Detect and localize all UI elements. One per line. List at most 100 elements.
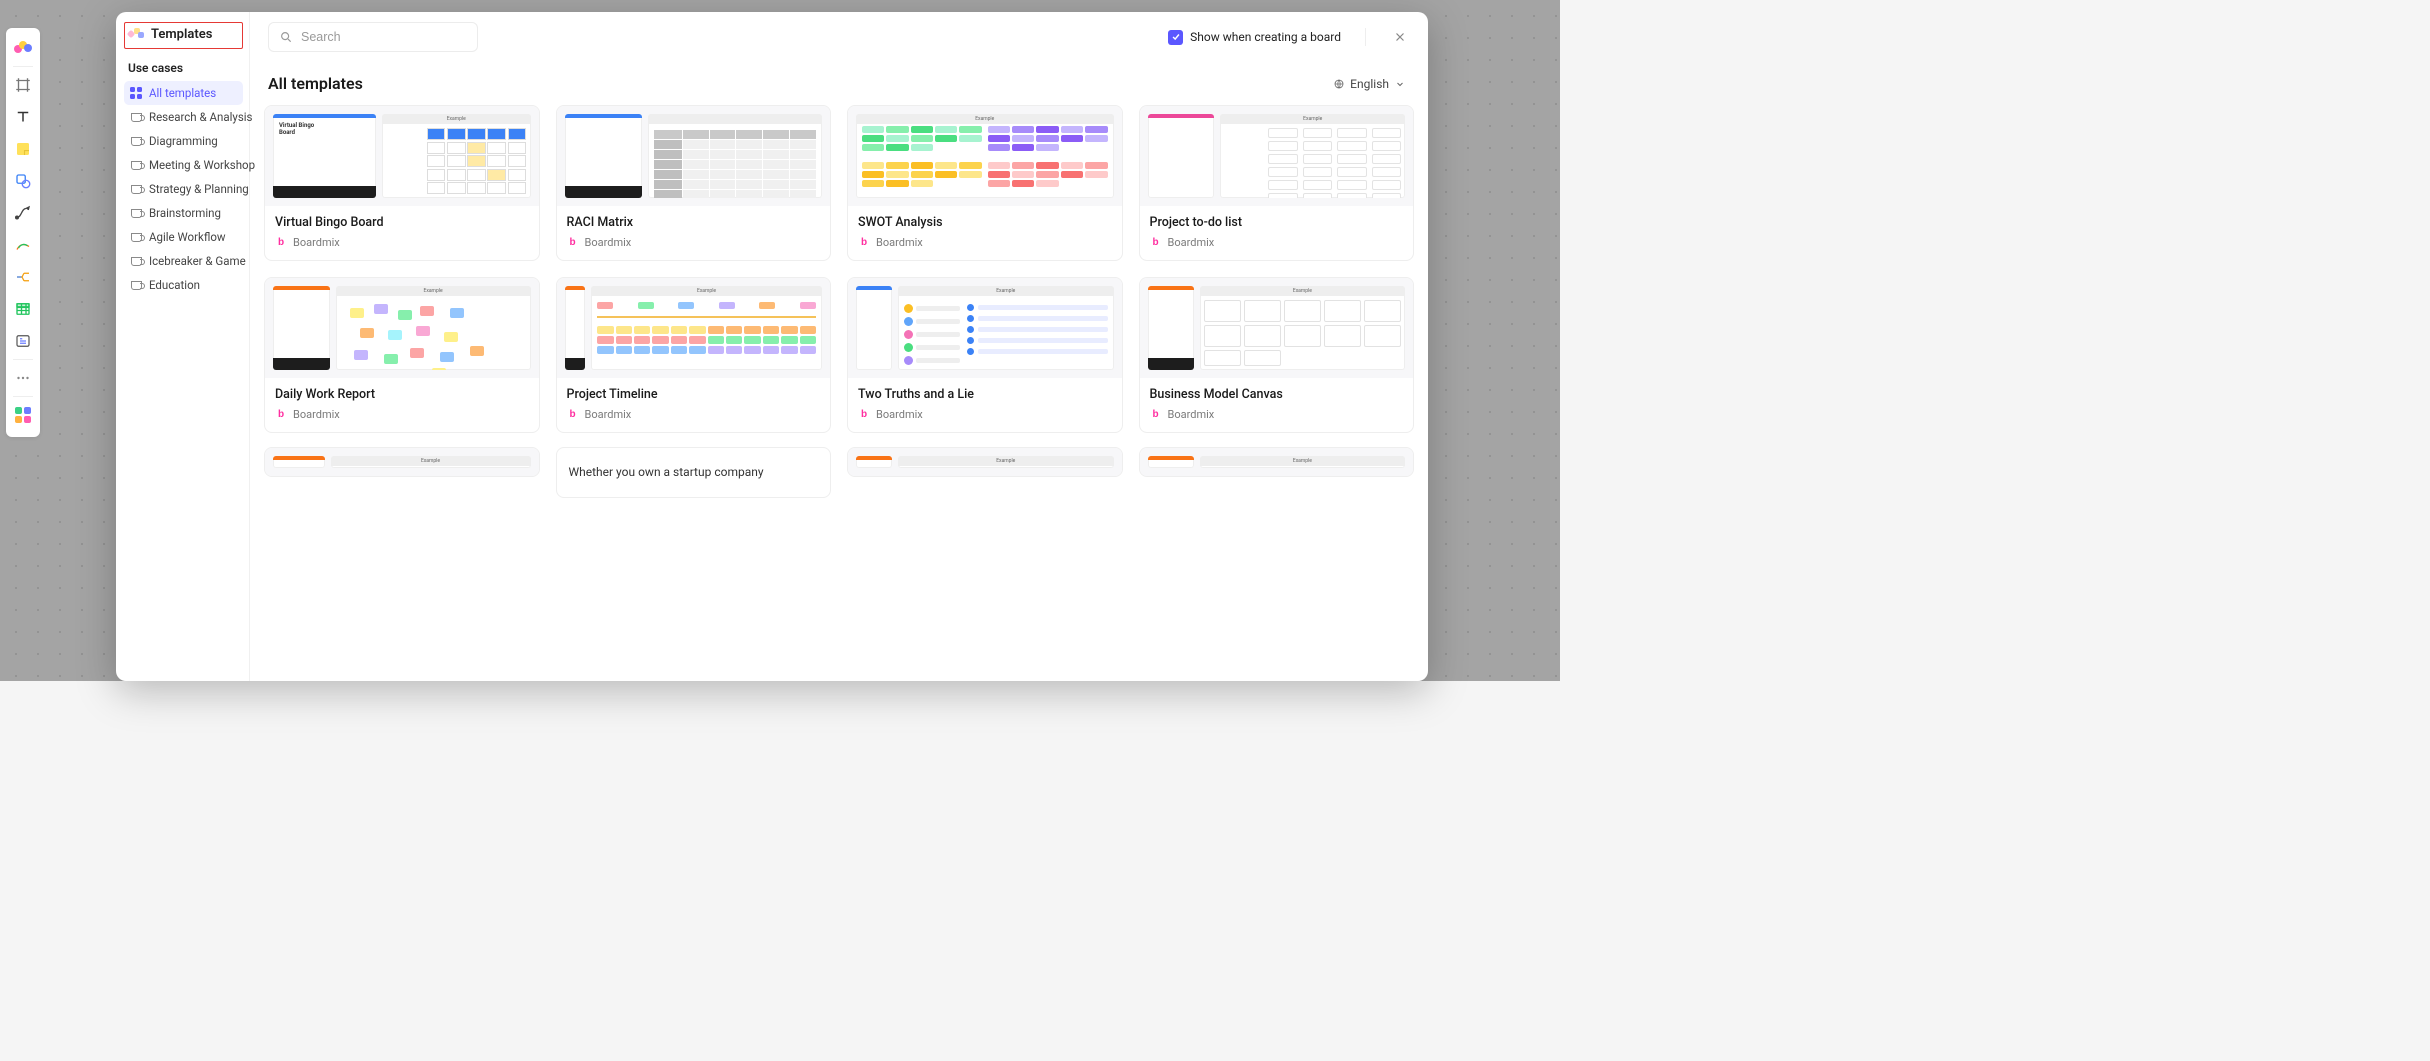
template-author: b Boardmix <box>858 236 1112 249</box>
mug-icon <box>130 231 142 243</box>
category-brainstorm[interactable]: Brainstorming <box>124 201 243 225</box>
template-card[interactable]: Example Project Timeline b Boardmix <box>556 277 832 433</box>
more-tool[interactable] <box>9 364 37 392</box>
toolbar-divider <box>13 359 33 360</box>
mug-icon <box>130 111 142 123</box>
text-icon <box>14 108 32 126</box>
template-title: Project Timeline <box>567 387 821 402</box>
template-card[interactable]: Whether you own a startup company <box>556 447 832 498</box>
language-selector[interactable]: English <box>1333 77 1406 91</box>
sticky-note-icon <box>14 140 32 158</box>
frame-tool[interactable] <box>9 71 37 99</box>
category-research[interactable]: Research & Analysis <box>124 105 243 129</box>
template-thumbnail: Example <box>1140 106 1414 206</box>
modal-main: Show when creating a board All templates… <box>250 12 1428 681</box>
mug-icon <box>130 183 142 195</box>
pen-tool[interactable] <box>9 231 37 259</box>
category-label: Icebreaker & Game <box>149 254 246 268</box>
heading-row: All templates English <box>250 58 1428 105</box>
author-label: Boardmix <box>293 408 340 421</box>
template-author: b Boardmix <box>275 408 529 421</box>
category-agile[interactable]: Agile Workflow <box>124 225 243 249</box>
author-label: Boardmix <box>585 236 632 249</box>
boardmix-logo-icon: b <box>275 409 287 421</box>
textblock-icon <box>14 332 32 350</box>
apps-tool[interactable] <box>9 401 37 429</box>
category-label: Agile Workflow <box>149 230 226 244</box>
mindmap-icon <box>14 268 32 286</box>
left-toolbar <box>6 28 40 437</box>
templates-title: Templates <box>151 27 212 42</box>
shape-icon <box>14 172 32 190</box>
close-icon <box>1393 30 1407 44</box>
globe-icon <box>1333 78 1345 90</box>
mug-icon <box>130 159 142 171</box>
mug-icon <box>130 207 142 219</box>
template-thumbnail: Example <box>848 448 1122 476</box>
modal-top-row: Show when creating a board <box>250 12 1428 58</box>
logo-tool[interactable] <box>9 34 37 62</box>
template-author: b Boardmix <box>567 236 821 249</box>
category-label: Strategy & Planning <box>149 182 249 196</box>
chevron-down-icon <box>1394 78 1406 90</box>
template-thumbnail: Virtual BingoBoard Example <box>265 106 539 206</box>
text-tool[interactable] <box>9 103 37 131</box>
category-label: All templates <box>149 86 216 100</box>
toolbar-divider <box>13 66 33 67</box>
template-snippet: Whether you own a startup company <box>557 448 831 497</box>
template-thumbnail <box>557 106 831 206</box>
template-card[interactable]: Example Business Model Canvas b Boardmix <box>1139 277 1415 433</box>
all-templates-heading: All templates <box>268 74 363 93</box>
category-label: Brainstorming <box>149 206 221 220</box>
category-education[interactable]: Education <box>124 273 243 297</box>
template-card[interactable]: Example <box>1139 447 1415 477</box>
mug-icon <box>130 279 142 291</box>
template-card[interactable]: Example <box>847 447 1123 477</box>
template-title: Virtual Bingo Board <box>275 215 529 230</box>
author-label: Boardmix <box>585 408 632 421</box>
template-author: b Boardmix <box>858 408 1112 421</box>
template-card[interactable]: Example SWOT Analysis b Boardmix <box>847 105 1123 261</box>
cards-scroll[interactable]: Virtual BingoBoard Example Virtual Bingo… <box>250 105 1428 681</box>
show-when-creating-checkbox[interactable]: Show when creating a board <box>1168 30 1341 45</box>
category-diagram[interactable]: Diagramming <box>124 129 243 153</box>
frame-icon <box>14 76 32 94</box>
template-author: b Boardmix <box>1150 236 1404 249</box>
shape-tool[interactable] <box>9 167 37 195</box>
template-card[interactable]: Example <box>264 447 540 477</box>
boardmix-logo-icon: b <box>275 237 287 249</box>
category-icebreaker[interactable]: Icebreaker & Game <box>124 249 243 273</box>
close-button[interactable] <box>1390 27 1410 47</box>
boardmix-logo-icon: b <box>1150 409 1162 421</box>
category-all[interactable]: All templates <box>124 81 243 105</box>
template-card[interactable]: RACI Matrix b Boardmix <box>556 105 832 261</box>
checkbox-icon <box>1168 30 1183 45</box>
template-card[interactable]: Virtual BingoBoard Example Virtual Bingo… <box>264 105 540 261</box>
boardmix-logo-icon: b <box>567 409 579 421</box>
category-strategy[interactable]: Strategy & Planning <box>124 177 243 201</box>
template-card[interactable]: Example Two Truths and a Lie b Boardmix <box>847 277 1123 433</box>
curve-icon <box>14 204 32 222</box>
more-icon <box>14 369 32 387</box>
templates-header[interactable]: Templates <box>124 22 243 49</box>
mug-icon <box>130 135 142 147</box>
author-label: Boardmix <box>876 236 923 249</box>
template-card[interactable]: Example Project to-do list b Boardmix <box>1139 105 1415 261</box>
template-thumbnail: Example <box>1140 448 1414 476</box>
template-title: Project to-do list <box>1150 215 1404 230</box>
template-card[interactable]: Example Daily Work Report b Boardmix <box>264 277 540 433</box>
connector-tool[interactable] <box>9 199 37 227</box>
template-author: b Boardmix <box>275 236 529 249</box>
category-meeting[interactable]: Meeting & Workshop <box>124 153 243 177</box>
sticky-note-tool[interactable] <box>9 135 37 163</box>
template-thumbnail: Example <box>557 278 831 378</box>
category-label: Meeting & Workshop <box>149 158 255 172</box>
author-label: Boardmix <box>876 408 923 421</box>
category-label: Research & Analysis <box>149 110 253 124</box>
search-box[interactable] <box>268 22 478 52</box>
mindmap-tool[interactable] <box>9 263 37 291</box>
text-block-tool[interactable] <box>9 327 37 355</box>
template-thumbnail: Example <box>265 448 539 476</box>
table-tool[interactable] <box>9 295 37 323</box>
search-input[interactable] <box>301 30 467 44</box>
